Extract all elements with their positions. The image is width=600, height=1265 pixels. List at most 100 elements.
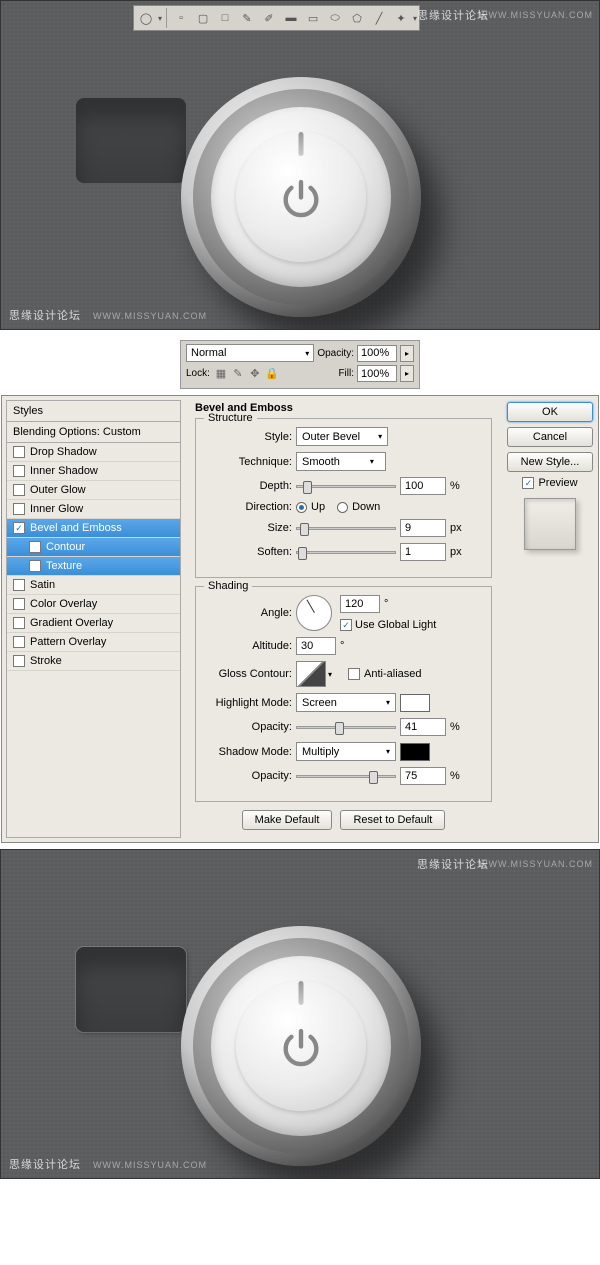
direction-up-radio[interactable]: [296, 502, 307, 513]
style-item-drop-shadow[interactable]: Drop Shadow: [7, 443, 180, 462]
tool-roundshape-icon[interactable]: ▭: [303, 8, 323, 28]
opacity-input[interactable]: 100%: [357, 345, 397, 362]
structure-legend: Structure: [204, 412, 257, 424]
direction-up-label: Up: [311, 501, 325, 513]
angle-unit: °: [384, 598, 388, 610]
style-item-pattern-overlay[interactable]: Pattern Overlay: [7, 633, 180, 652]
s-opacity-slider[interactable]: [296, 775, 396, 778]
style-item-contour[interactable]: Contour: [7, 538, 180, 557]
depth-slider[interactable]: [296, 485, 396, 488]
direction-down-radio[interactable]: [337, 502, 348, 513]
power-knob-2: [181, 926, 421, 1166]
style-check[interactable]: [13, 598, 25, 610]
lock-transparency-icon[interactable]: ▦: [213, 366, 229, 382]
style-item-stroke[interactable]: Stroke: [7, 652, 180, 671]
tool-polygon-icon[interactable]: ⬠: [347, 8, 367, 28]
global-light-check[interactable]: ✓: [340, 619, 352, 631]
global-light-label: Use Global Light: [355, 619, 436, 631]
h-opacity-input[interactable]: 41: [400, 718, 446, 736]
s-opacity-input[interactable]: 75: [400, 767, 446, 785]
style-check[interactable]: [13, 617, 25, 629]
size-unit: px: [450, 522, 462, 534]
depth-input[interactable]: 100: [400, 477, 446, 495]
soften-slider[interactable]: [296, 551, 396, 554]
angle-input[interactable]: 120: [340, 595, 380, 613]
lock-position-icon[interactable]: ✥: [247, 366, 263, 382]
lock-pixels-icon[interactable]: ✎: [230, 366, 246, 382]
layer-style-dialog: Styles Blending Options: Custom Drop Sha…: [1, 395, 599, 843]
style-check[interactable]: [13, 465, 25, 477]
style-item-bevel-and-emboss[interactable]: ✓ Bevel and Emboss: [7, 519, 180, 538]
watermark-url-2: WWW.MISSYUAN.COM: [479, 859, 593, 869]
power-icon: [278, 176, 324, 222]
style-label-text: Satin: [30, 579, 55, 591]
style-check[interactable]: [13, 503, 25, 515]
preview-check[interactable]: ✓: [522, 477, 534, 489]
style-label-text: Bevel and Emboss: [30, 522, 122, 534]
size-slider[interactable]: [296, 527, 396, 530]
style-item-color-overlay[interactable]: Color Overlay: [7, 595, 180, 614]
style-item-satin[interactable]: Satin: [7, 576, 180, 595]
fill-input[interactable]: 100%: [357, 365, 397, 382]
style-check[interactable]: [13, 579, 25, 591]
highlight-select[interactable]: Screen▾: [296, 693, 396, 712]
tool-rounded-icon[interactable]: ▢: [193, 8, 213, 28]
highlight-color[interactable]: [400, 694, 430, 712]
blend-mode-select[interactable]: Normal ▾: [186, 344, 314, 362]
tool-dropdown-caret[interactable]: ▾: [158, 14, 162, 23]
fill-flyout[interactable]: ▸: [400, 365, 414, 382]
shadow-select[interactable]: Multiply▾: [296, 742, 396, 761]
style-check[interactable]: [13, 446, 25, 458]
technique-select[interactable]: Smooth▾: [296, 452, 386, 471]
power-knob: [181, 77, 421, 317]
canvas-preview-2: 思缘设计论坛 WWW.MISSYUAN.COM 思缘设计论坛 WWW.MISSY…: [0, 849, 600, 1179]
tool-ellipseshape-icon[interactable]: ⬭: [325, 8, 345, 28]
gloss-contour[interactable]: [296, 661, 326, 687]
blend-mode-value: Normal: [191, 347, 226, 359]
watermark-url-b: WWW.MISSYUAN.COM: [93, 311, 207, 321]
blending-options[interactable]: Blending Options: Custom: [7, 422, 180, 443]
tool-rect-icon[interactable]: ▫: [171, 8, 191, 28]
angle-dial[interactable]: [296, 595, 332, 631]
tool-square-icon[interactable]: □: [215, 8, 235, 28]
altitude-input[interactable]: 30: [296, 637, 336, 655]
style-item-inner-glow[interactable]: Inner Glow: [7, 500, 180, 519]
shadow-color[interactable]: [400, 743, 430, 761]
style-item-outer-glow[interactable]: Outer Glow: [7, 481, 180, 500]
style-check[interactable]: [29, 560, 41, 572]
style-check[interactable]: ✓: [13, 522, 25, 534]
style-check[interactable]: [29, 541, 41, 553]
style-select[interactable]: Outer Bevel▾: [296, 427, 388, 446]
reset-default-button[interactable]: Reset to Default: [340, 810, 445, 830]
make-default-button[interactable]: Make Default: [242, 810, 333, 830]
style-label-text: Contour: [46, 541, 85, 553]
style-check[interactable]: [13, 636, 25, 648]
styles-header[interactable]: Styles: [7, 401, 180, 422]
style-item-inner-shadow[interactable]: Inner Shadow: [7, 462, 180, 481]
tool-ellipse-icon[interactable]: ◯: [136, 8, 156, 28]
opacity-flyout[interactable]: ▸: [400, 345, 414, 362]
tool-line-icon[interactable]: ╱: [369, 8, 389, 28]
s-opacity-unit: %: [450, 770, 460, 782]
style-item-gradient-overlay[interactable]: Gradient Overlay: [7, 614, 180, 633]
tool-freeform-icon[interactable]: ✐: [259, 8, 279, 28]
preview-swatch: [524, 498, 576, 550]
antialiased-check[interactable]: [348, 668, 360, 680]
layers-bar: Normal ▾ Opacity: 100% ▸ Lock: ▦ ✎ ✥ 🔒 F…: [180, 340, 420, 389]
tool-custom-icon[interactable]: ✦: [391, 8, 411, 28]
style-label-text: Color Overlay: [30, 598, 97, 610]
tool-pen-icon[interactable]: ✎: [237, 8, 257, 28]
contour-caret[interactable]: ▾: [328, 670, 332, 679]
size-input[interactable]: 9: [400, 519, 446, 537]
lock-all-icon[interactable]: 🔒: [264, 366, 280, 382]
ok-button[interactable]: OK: [507, 402, 593, 422]
soften-input[interactable]: 1: [400, 543, 446, 561]
h-opacity-slider[interactable]: [296, 726, 396, 729]
style-check[interactable]: [13, 655, 25, 667]
style-check[interactable]: [13, 484, 25, 496]
new-style-button[interactable]: New Style...: [507, 452, 593, 472]
style-item-texture[interactable]: Texture: [7, 557, 180, 576]
tool-rectshape-icon[interactable]: ▬: [281, 8, 301, 28]
cancel-button[interactable]: Cancel: [507, 427, 593, 447]
soften-label: Soften:: [206, 546, 292, 558]
